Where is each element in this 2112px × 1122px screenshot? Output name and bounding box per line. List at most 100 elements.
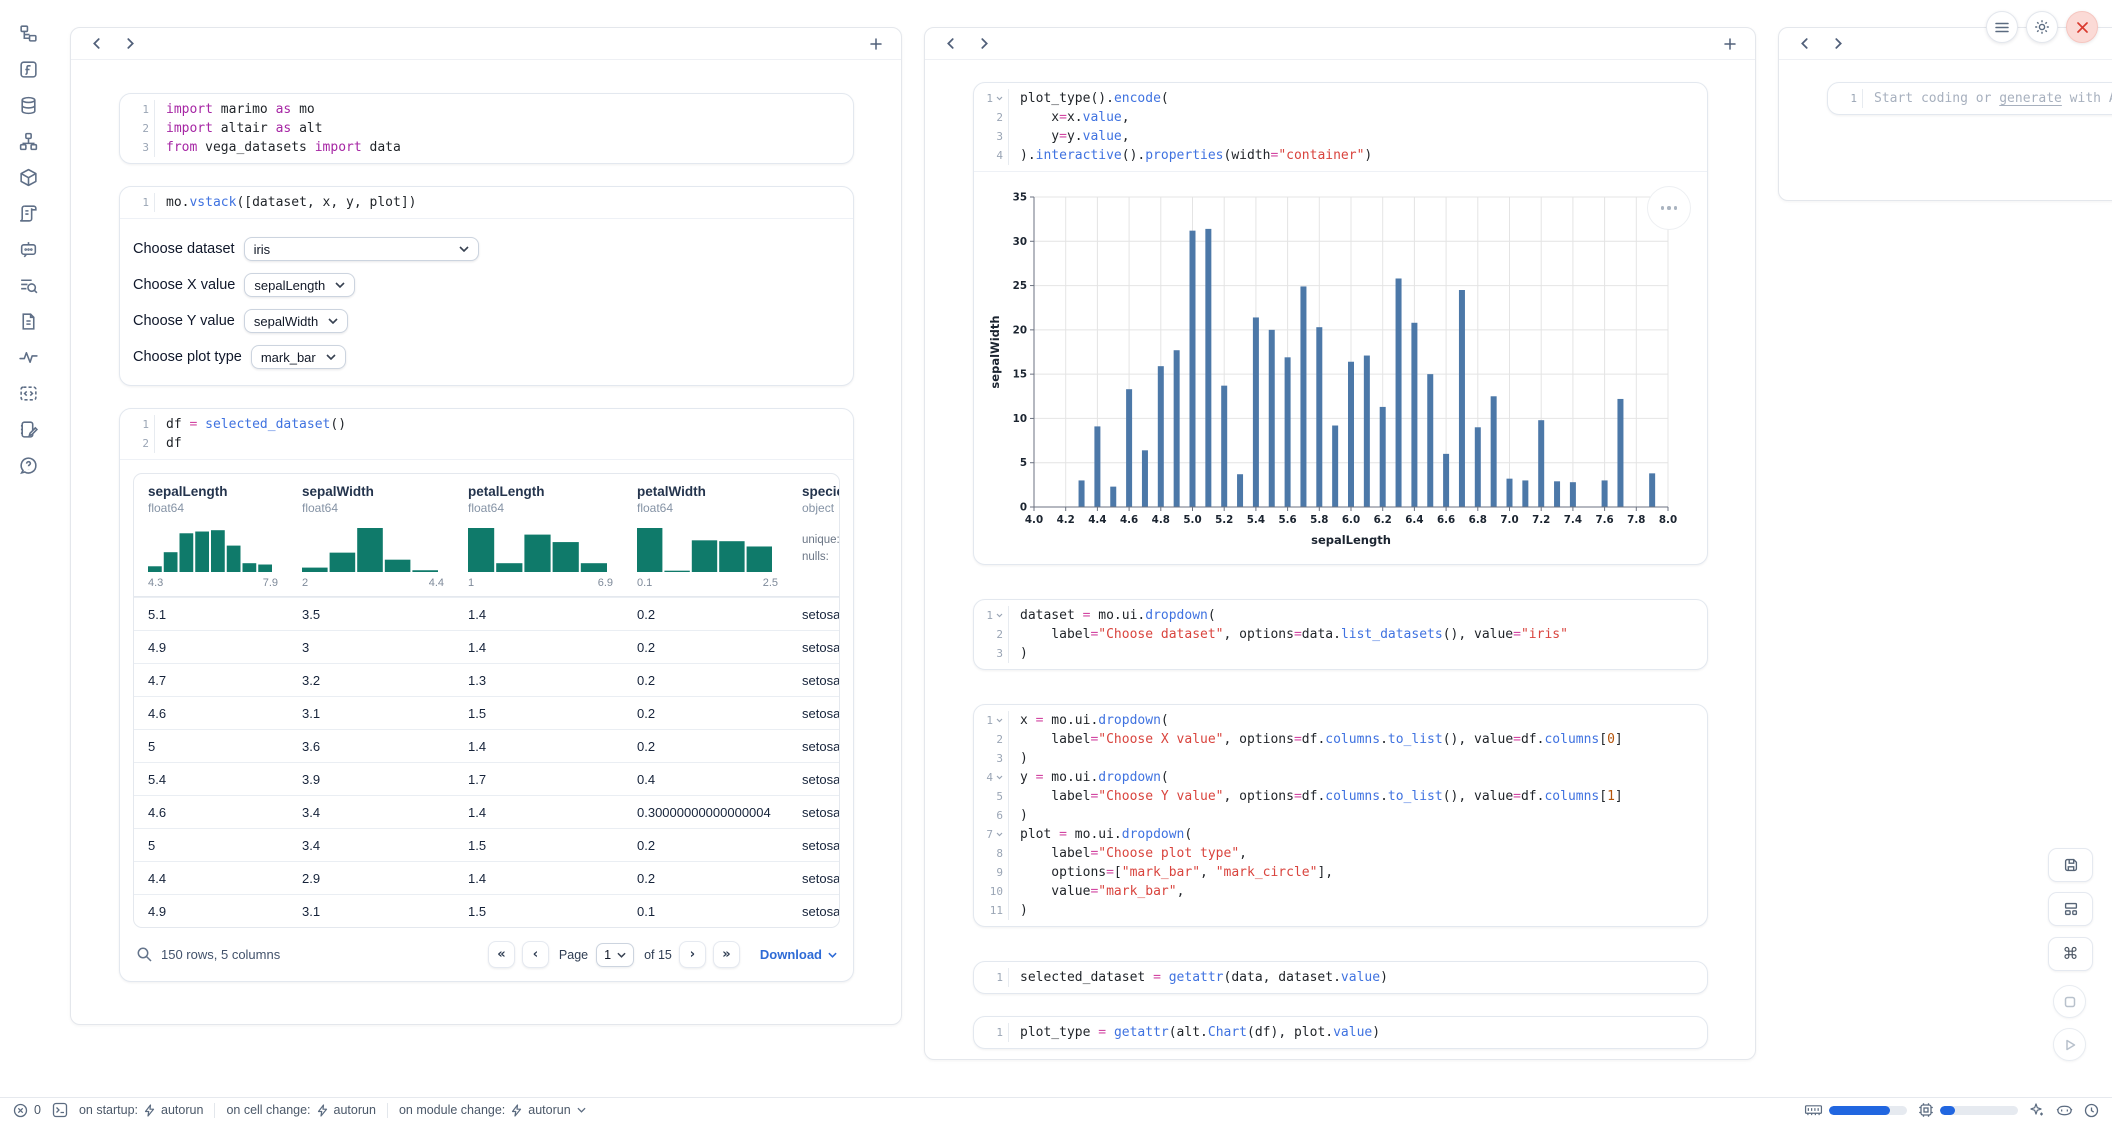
stop-button[interactable] bbox=[2053, 985, 2086, 1018]
fold-chevron-icon[interactable] bbox=[996, 96, 1003, 101]
fold-chevron-icon[interactable] bbox=[996, 718, 1003, 723]
document-icon[interactable] bbox=[17, 310, 39, 332]
column-header[interactable]: speciesobjectunique:nulls: bbox=[788, 474, 840, 596]
line-number: 2 bbox=[120, 119, 154, 138]
page-select[interactable]: 1 bbox=[596, 943, 634, 967]
dependency-graph-icon[interactable] bbox=[17, 130, 39, 152]
lightning-icon bbox=[144, 1104, 155, 1117]
table-cell: setosa bbox=[788, 607, 840, 622]
column-header[interactable]: sepalLengthfloat644.37.9 bbox=[134, 474, 288, 596]
table-cell: 0.1 bbox=[623, 904, 788, 919]
code-editor[interactable]: 1mo.vstack([dataset, x, y, plot]) bbox=[120, 187, 853, 218]
table-cell: 0.2 bbox=[623, 673, 788, 688]
svg-text:7.0: 7.0 bbox=[1500, 514, 1518, 526]
terminal-button[interactable] bbox=[52, 1102, 68, 1118]
chat-bot-icon[interactable] bbox=[17, 238, 39, 260]
logs-icon[interactable] bbox=[17, 274, 39, 296]
table-cell: 1.3 bbox=[454, 673, 623, 688]
add-column-icon[interactable] bbox=[863, 31, 889, 57]
svg-text:5.6: 5.6 bbox=[1278, 514, 1296, 526]
code-editor[interactable]: 1import marimo as mo2import altair as al… bbox=[120, 94, 853, 163]
script-icon[interactable] bbox=[17, 202, 39, 224]
code-editor[interactable]: 1x = mo.ui.dropdown(2 label="Choose X va… bbox=[974, 705, 1707, 926]
line-number: 3 bbox=[120, 138, 154, 157]
on-startup-setting[interactable]: on startup: autorun bbox=[79, 1103, 203, 1117]
code-line: 2 label="Choose dataset", options=data.l… bbox=[974, 625, 1707, 644]
table-cell: setosa bbox=[788, 904, 840, 919]
code-editor[interactable]: 1df = selected_dataset()2df bbox=[120, 409, 853, 459]
code-editor[interactable]: 1Start coding or generate with AI bbox=[1828, 83, 2112, 114]
prev-page-button[interactable]: ‹ bbox=[522, 941, 549, 968]
on-module-change-setting[interactable]: on module change: autorun bbox=[399, 1103, 586, 1117]
activity-icon[interactable] bbox=[17, 346, 39, 368]
collapse-left-icon[interactable] bbox=[83, 31, 109, 57]
table-cell: 1.4 bbox=[454, 739, 623, 754]
svg-text:5.8: 5.8 bbox=[1310, 514, 1328, 526]
last-page-button[interactable]: » bbox=[713, 941, 740, 968]
table-row: 4.63.41.40.30000000000000004setosa bbox=[134, 795, 839, 828]
collapse-right-icon[interactable] bbox=[1825, 31, 1851, 57]
collapse-left-icon[interactable] bbox=[937, 31, 963, 57]
add-column-icon[interactable] bbox=[1717, 31, 1743, 57]
collapse-right-icon[interactable] bbox=[117, 31, 143, 57]
code-editor[interactable]: 1dataset = mo.ui.dropdown(2 label="Choos… bbox=[974, 600, 1707, 669]
menu-button[interactable] bbox=[1986, 11, 2018, 43]
snippets-icon[interactable] bbox=[17, 382, 39, 404]
play-icon bbox=[2063, 1038, 2077, 1052]
column-header[interactable]: petalWidthfloat640.12.5 bbox=[623, 474, 788, 596]
layout-button[interactable] bbox=[2048, 892, 2093, 926]
table-cell: setosa bbox=[788, 838, 840, 853]
database-icon[interactable] bbox=[17, 94, 39, 116]
copilot-button[interactable] bbox=[2056, 1104, 2073, 1117]
dropdown[interactable]: mark_bar bbox=[251, 345, 346, 369]
file-tree-icon[interactable] bbox=[17, 22, 39, 44]
collapse-left-icon[interactable] bbox=[1791, 31, 1817, 57]
code-line: 1plot_type().encode( bbox=[974, 89, 1707, 108]
code-line: 1df = selected_dataset() bbox=[120, 415, 853, 434]
column-header[interactable]: sepalWidthfloat6424.4 bbox=[288, 474, 454, 596]
code-line: 1selected_dataset = getattr(data, datase… bbox=[974, 968, 1707, 987]
search-icon[interactable] bbox=[136, 946, 153, 963]
column-histogram bbox=[637, 526, 772, 572]
run-button[interactable] bbox=[2053, 1028, 2086, 1061]
download-button[interactable]: Download bbox=[760, 947, 837, 962]
altair-chart[interactable]: 4.04.24.44.64.85.05.25.45.65.86.06.26.46… bbox=[988, 185, 1688, 553]
fold-chevron-icon[interactable] bbox=[996, 613, 1003, 618]
svg-text:5: 5 bbox=[1020, 457, 1027, 469]
line-number: 1 bbox=[974, 711, 1008, 730]
next-page-button[interactable]: › bbox=[679, 941, 706, 968]
keyboard-shortcuts-button[interactable]: ⌘ bbox=[2048, 937, 2093, 971]
dropdown[interactable]: iris bbox=[244, 237, 479, 261]
gear-icon bbox=[2034, 19, 2050, 35]
svg-text:4.0: 4.0 bbox=[1025, 514, 1043, 526]
on-cell-change-setting[interactable]: on cell change: autorun bbox=[226, 1103, 376, 1117]
save-button[interactable] bbox=[2048, 848, 2093, 882]
code-editor[interactable]: 1plot_type = getattr(alt.Chart(df), plot… bbox=[974, 1017, 1707, 1048]
svg-text:7.8: 7.8 bbox=[1627, 514, 1645, 526]
svg-text:4.4: 4.4 bbox=[1088, 514, 1106, 526]
code-editor[interactable]: 1selected_dataset = getattr(data, datase… bbox=[974, 962, 1707, 993]
settings-button[interactable] bbox=[2026, 11, 2058, 43]
table-cell: 3 bbox=[288, 640, 454, 655]
fold-chevron-icon[interactable] bbox=[996, 832, 1003, 837]
line-number: 1 bbox=[120, 193, 154, 212]
column-name: species bbox=[802, 484, 840, 499]
dropdown[interactable]: sepalWidth bbox=[244, 309, 348, 333]
package-icon[interactable] bbox=[17, 166, 39, 188]
ai-button[interactable] bbox=[2029, 1102, 2045, 1118]
line-number: 1 bbox=[974, 606, 1008, 625]
function-icon[interactable] bbox=[17, 58, 39, 80]
scratchpad-icon[interactable] bbox=[17, 418, 39, 440]
chart-options-button[interactable] bbox=[1647, 186, 1691, 230]
close-button[interactable] bbox=[2066, 11, 2098, 43]
column-header[interactable]: petalLengthfloat6416.9 bbox=[454, 474, 623, 596]
first-page-button[interactable]: « bbox=[488, 941, 515, 968]
line-number: 3 bbox=[974, 644, 1008, 663]
code-editor[interactable]: 1plot_type().encode(2 x=x.value,3 y=y.va… bbox=[974, 83, 1707, 171]
runtime-status-button[interactable] bbox=[2084, 1103, 2099, 1118]
fold-chevron-icon[interactable] bbox=[996, 775, 1003, 780]
help-icon[interactable] bbox=[17, 454, 39, 476]
error-indicator[interactable]: 0 bbox=[13, 1103, 41, 1118]
dropdown[interactable]: sepalLength bbox=[244, 273, 355, 297]
collapse-right-icon[interactable] bbox=[971, 31, 997, 57]
